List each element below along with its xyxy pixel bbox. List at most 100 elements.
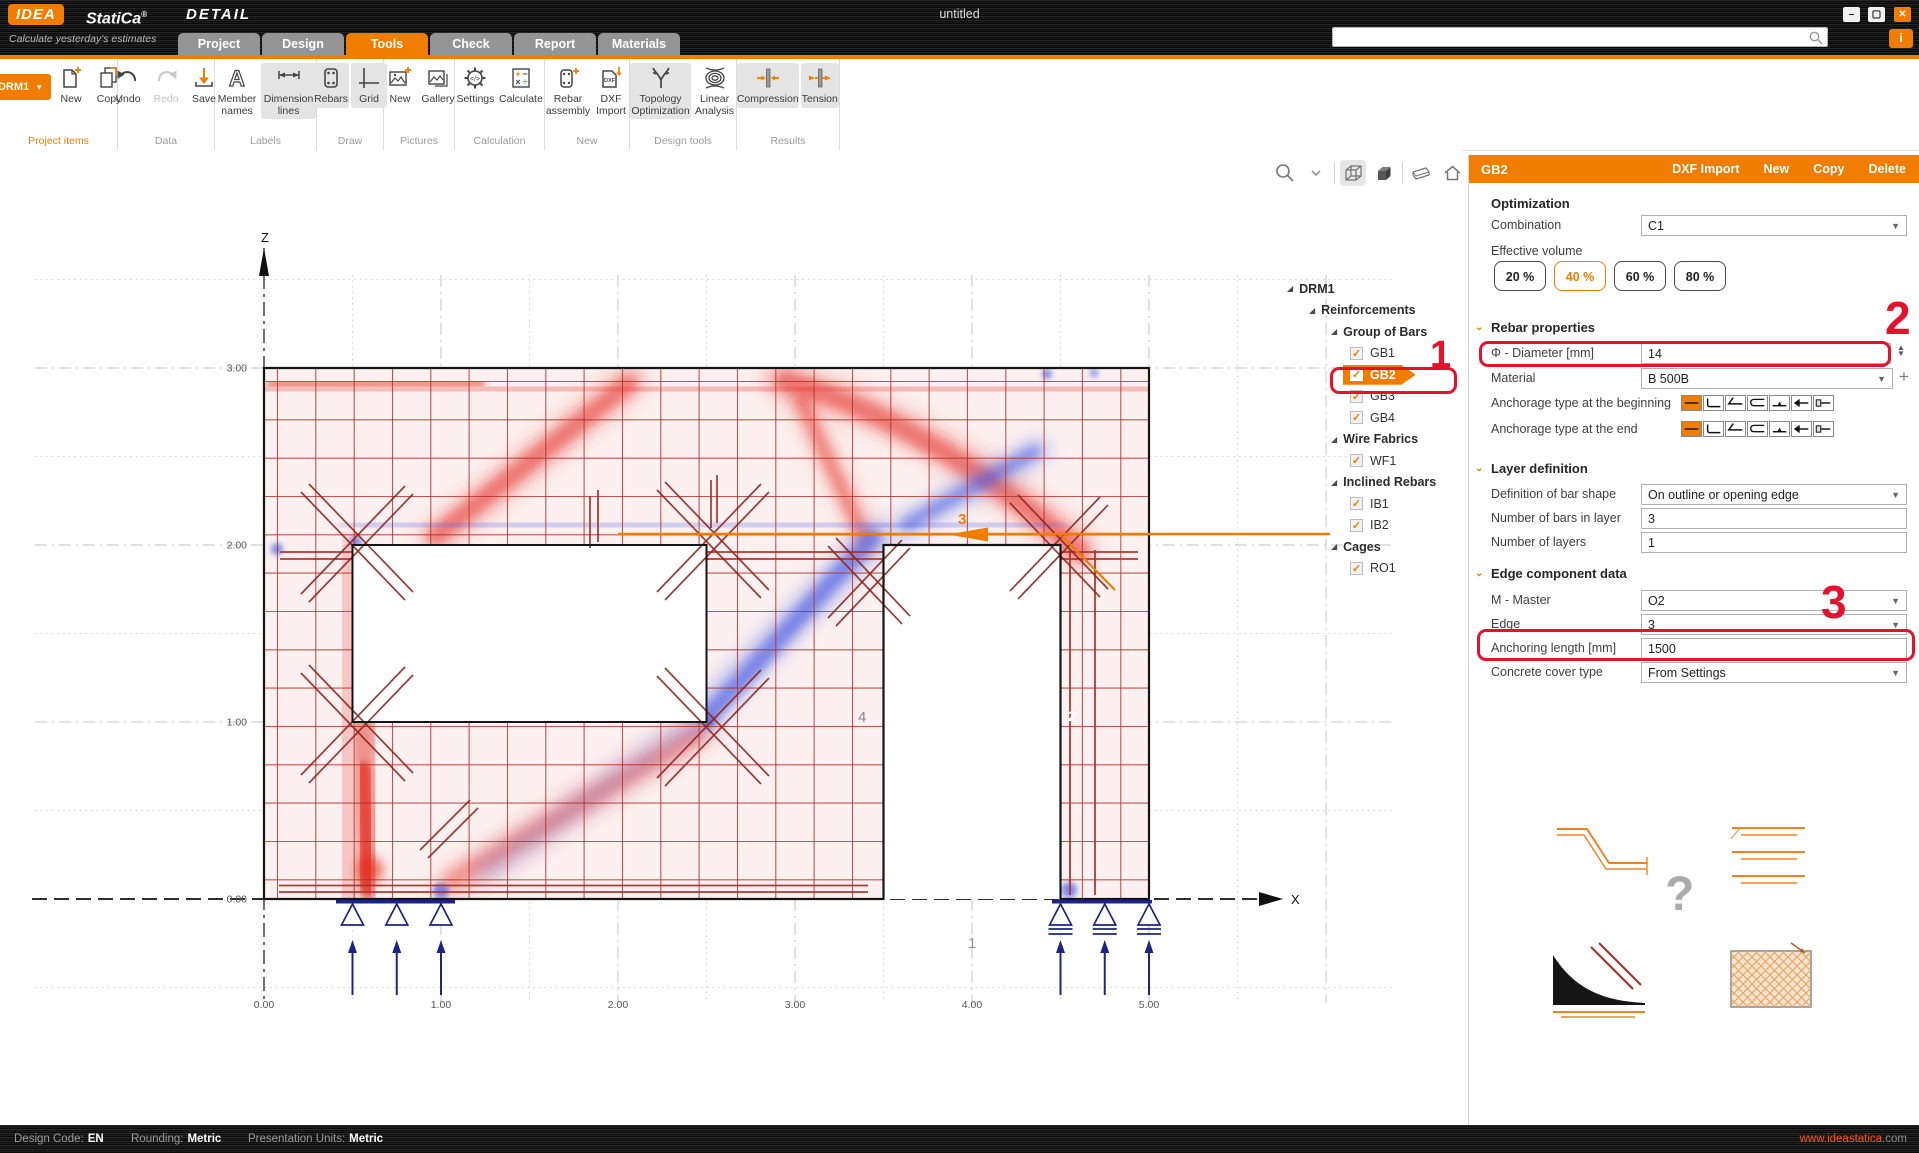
hook-135-icon[interactable] (1725, 421, 1746, 437)
tree-item-gb2[interactable]: ✓GB2 (1285, 364, 1465, 386)
welded-cross-bar-icon[interactable] (1791, 395, 1812, 411)
tree-item-gb3[interactable]: ✓GB3 (1285, 386, 1465, 408)
home-view-icon[interactable] (1439, 160, 1465, 186)
welded-cross-bar-icon[interactable] (1791, 421, 1812, 437)
tree-node-cages[interactable]: ◢Cages (1285, 536, 1465, 558)
tree-item-gb4[interactable]: ✓GB4 (1285, 407, 1465, 429)
ribbon-linear-button[interactable]: Linear Analysis (693, 63, 736, 119)
straight-anchor-icon[interactable] (1681, 421, 1702, 437)
checkbox-checked-icon[interactable]: ✓ (1350, 562, 1363, 575)
solid-view-icon[interactable] (1371, 160, 1397, 186)
tree-node-wire-fabrics[interactable]: ◢Wire Fabrics (1285, 429, 1465, 451)
project-selector-button[interactable]: DRM1▼ (0, 74, 51, 100)
expander-icon[interactable]: ◢ (1331, 435, 1337, 444)
ribbon-rebars-button[interactable]: Rebars (313, 63, 349, 108)
edge-select[interactable]: 3▼ (1641, 614, 1907, 635)
concrete-cover-select[interactable]: From Settings▼ (1641, 662, 1907, 683)
diameter-stepper[interactable]: ▲▼ (1894, 345, 1908, 357)
delete-button[interactable]: Delete (1868, 162, 1906, 176)
wireframe-view-icon[interactable] (1340, 160, 1366, 186)
website-link[interactable]: www.ideastatica.com (1800, 1133, 1907, 1145)
zoom-icon[interactable] (1272, 160, 1298, 186)
ribbon-tension-button[interactable]: Tension (801, 63, 839, 108)
tree-item-ib2[interactable]: ✓IB2 (1285, 515, 1465, 537)
foot-anchor-icon[interactable] (1769, 421, 1790, 437)
tree-item-gb1[interactable]: ✓GB1 (1285, 343, 1465, 365)
volume-60-button[interactable]: 60 % (1614, 261, 1666, 291)
bar-shape-select[interactable]: On outline or opening edge▼ (1641, 484, 1907, 505)
new-button[interactable]: New (1764, 162, 1790, 176)
end-plate-icon[interactable] (1813, 395, 1834, 411)
tree-item-ib1[interactable]: ✓IB1 (1285, 493, 1465, 515)
collapse-chevron-icon[interactable]: ⌄ (1475, 568, 1483, 579)
straight-anchor-icon[interactable] (1681, 395, 1702, 411)
tab-materials[interactable]: Materials (598, 33, 680, 55)
checkbox-checked-icon[interactable]: ✓ (1350, 390, 1363, 403)
anchoring-length-input[interactable]: 1500 (1641, 638, 1907, 659)
drawing-canvas[interactable]: ZX12340.001.002.003.004.005.003.002.001.… (0, 150, 1462, 1125)
checkbox-checked-icon[interactable]: ✓ (1350, 497, 1363, 510)
end-plate-icon[interactable] (1813, 421, 1834, 437)
expander-icon[interactable]: ◢ (1287, 284, 1293, 293)
search-input[interactable] (1332, 27, 1828, 47)
info-button[interactable]: i (1889, 29, 1913, 48)
section-view-icon[interactable] (1408, 160, 1434, 186)
dxf-import-button[interactable]: DXF Import (1672, 162, 1739, 176)
hook-90-icon[interactable] (1703, 395, 1724, 411)
checkbox-checked-icon[interactable]: ✓ (1350, 454, 1363, 467)
maximize-icon[interactable]: ▢ (1868, 7, 1885, 22)
ribbon-new-button[interactable]: New (382, 63, 418, 108)
checkbox-checked-icon[interactable]: ✓ (1350, 411, 1363, 424)
tree-node-inclined-rebars[interactable]: ◢Inclined Rebars (1285, 472, 1465, 494)
tree-node-drm1[interactable]: ◢DRM1 (1285, 278, 1465, 300)
expander-icon[interactable]: ◢ (1331, 542, 1337, 551)
add-material-button[interactable]: + (1899, 367, 1909, 387)
combination-select[interactable]: C1▼ (1641, 215, 1907, 236)
minimize-icon[interactable]: – (1843, 7, 1860, 22)
foot-anchor-icon[interactable] (1769, 395, 1790, 411)
bars-in-layer-input[interactable]: 3 (1641, 508, 1907, 529)
hook-135-icon[interactable] (1725, 395, 1746, 411)
number-of-layers-input[interactable]: 1 (1641, 532, 1907, 553)
tab-tools[interactable]: Tools (346, 33, 428, 55)
ribbon-dxf-button[interactable]: DXFDXF Import (593, 63, 629, 119)
close-icon[interactable]: ✕ (1894, 7, 1911, 22)
tab-check[interactable]: Check (430, 33, 512, 55)
chevron-down-icon[interactable] (1303, 160, 1329, 186)
ribbon-new-button[interactable]: New (53, 63, 89, 108)
ribbon-dimension-button[interactable]: Dimension lines (261, 63, 316, 119)
diameter-input[interactable]: 14 (1641, 343, 1891, 364)
ribbon-settings-button[interactable]: </>Settings (455, 63, 496, 108)
ribbon-member-button[interactable]: AMember names (215, 63, 259, 119)
checkbox-checked-icon[interactable]: ✓ (1350, 368, 1363, 381)
tree-item-wf1[interactable]: ✓WF1 (1285, 450, 1465, 472)
hook-180-icon[interactable] (1747, 421, 1768, 437)
collapse-chevron-icon[interactable]: ⌄ (1475, 322, 1483, 333)
material-select[interactable]: B 500B▼ (1641, 368, 1893, 389)
expander-icon[interactable]: ◢ (1309, 306, 1315, 315)
master-select[interactable]: O2▼ (1641, 590, 1907, 611)
ribbon-rebar-button[interactable]: Rebar assembly (545, 63, 591, 119)
tab-project[interactable]: Project (178, 33, 260, 55)
expander-icon[interactable]: ◢ (1331, 327, 1337, 336)
ribbon-compression-button[interactable]: Compression (737, 63, 799, 108)
volume-80-button[interactable]: 80 % (1674, 261, 1726, 291)
expander-icon[interactable]: ◢ (1331, 478, 1337, 487)
ribbon-undo-button[interactable]: Undo (110, 63, 146, 108)
ribbon-calculate-button[interactable]: +−×÷Calculate (498, 63, 544, 108)
ribbon-gallery-button[interactable]: Gallery (420, 63, 456, 108)
checkbox-checked-icon[interactable]: ✓ (1350, 347, 1363, 360)
tree-node-reinforcements[interactable]: ◢Reinforcements (1285, 300, 1465, 322)
tree-item-ro1[interactable]: ✓RO1 (1285, 558, 1465, 580)
hook-90-icon[interactable] (1703, 421, 1724, 437)
checkbox-checked-icon[interactable]: ✓ (1350, 519, 1363, 532)
tab-design[interactable]: Design (262, 33, 344, 55)
ribbon-topology-button[interactable]: Topology Optimization (630, 63, 691, 119)
hook-180-icon[interactable] (1747, 395, 1768, 411)
tab-report[interactable]: Report (514, 33, 596, 55)
volume-40-button[interactable]: 40 % (1554, 261, 1606, 291)
tree-node-group-of-bars[interactable]: ◢Group of Bars (1285, 321, 1465, 343)
collapse-chevron-icon[interactable]: ⌄ (1475, 463, 1483, 474)
volume-20-button[interactable]: 20 % (1494, 261, 1546, 291)
copy-button[interactable]: Copy (1813, 162, 1844, 176)
